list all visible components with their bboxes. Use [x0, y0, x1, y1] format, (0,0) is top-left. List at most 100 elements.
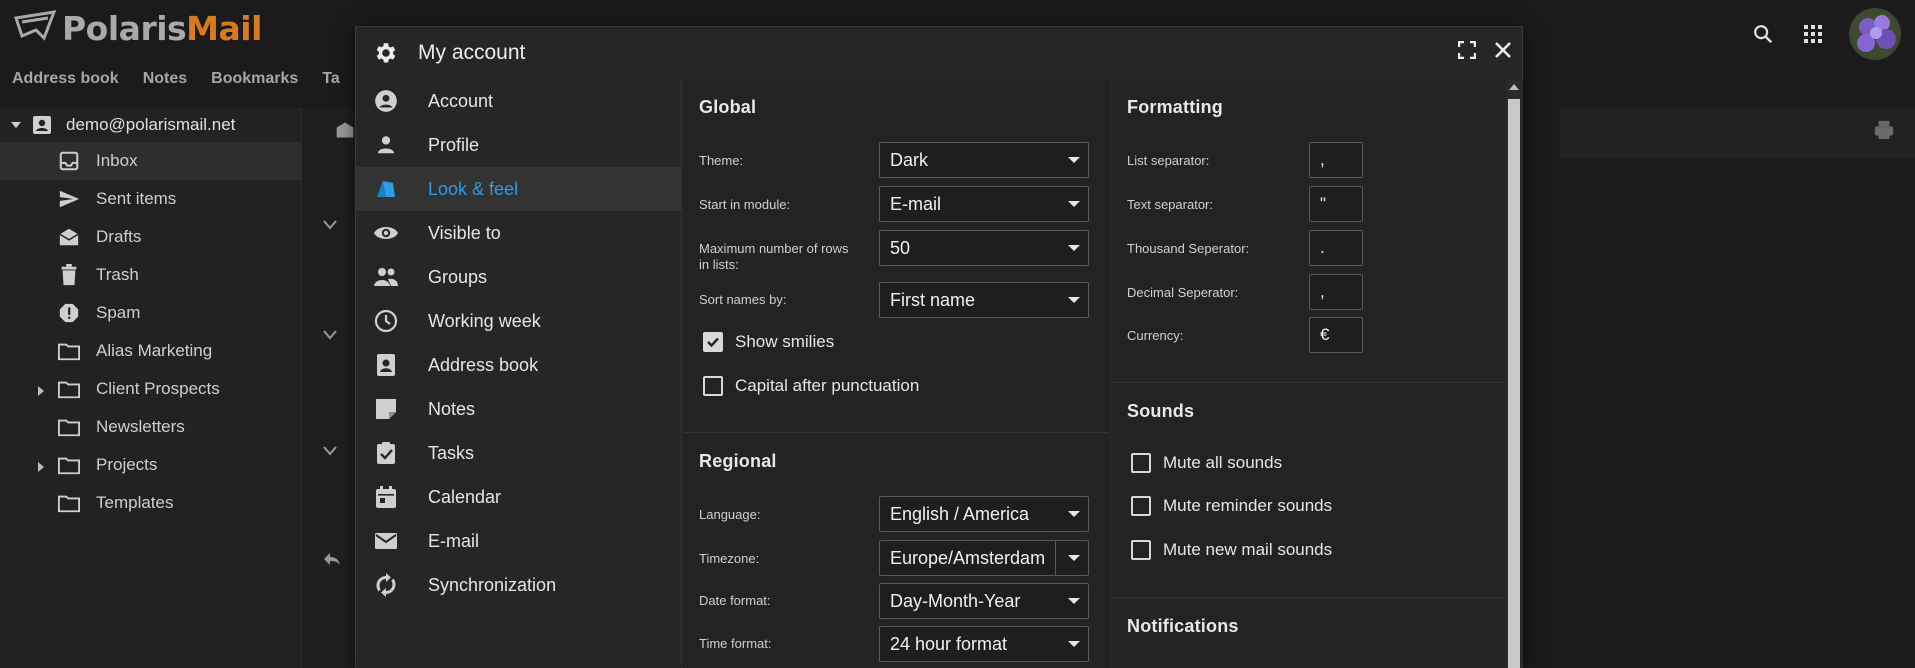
thousand-separator-input[interactable]: .: [1309, 230, 1363, 266]
folder-trash[interactable]: Trash: [0, 256, 301, 294]
reply-icon[interactable]: [323, 552, 341, 566]
folder-label: Client Prospects: [96, 379, 220, 398]
scroll-thumb[interactable]: [1508, 99, 1520, 668]
folder-projects[interactable]: Projects: [0, 446, 301, 484]
section-divider: [683, 432, 1109, 433]
caret-down-icon: [1068, 598, 1080, 604]
chevron-down-icon[interactable]: [323, 446, 337, 456]
folder-label: Drafts: [96, 227, 142, 246]
checkbox-unchecked[interactable]: [703, 376, 723, 396]
tasks-icon: [372, 439, 400, 467]
reading-pane-toolbar: [1560, 108, 1915, 158]
theme-select[interactable]: Dark: [879, 142, 1089, 178]
menu-item-profile[interactable]: Profile: [356, 123, 681, 167]
checkbox-label: Capital after punctuation: [735, 376, 920, 395]
folder-drafts[interactable]: Drafts: [0, 218, 301, 256]
logo-text-polaris: Polaris: [62, 8, 187, 48]
section-title-formatting: Formatting: [1127, 97, 1223, 117]
menu-item-working-week[interactable]: Working week: [356, 299, 681, 343]
start-module-select[interactable]: E-mail: [879, 186, 1089, 222]
mute-new-mail-sounds-checkbox[interactable]: Mute new mail sounds: [1131, 540, 1332, 560]
apps-grid-icon[interactable]: [1799, 20, 1827, 48]
menu-item-visible-to[interactable]: Visible to: [356, 211, 681, 255]
close-icon[interactable]: [1494, 41, 1512, 64]
right-settings-column: Formatting List separator: , Text separa…: [1110, 79, 1523, 668]
nav-tab-address-book[interactable]: Address book: [0, 66, 131, 96]
folder-sent-items[interactable]: Sent items: [0, 180, 301, 218]
language-select[interactable]: English / America: [879, 496, 1089, 532]
folder-icon: [56, 376, 82, 402]
search-icon[interactable]: [1749, 20, 1777, 48]
mute-all-sounds-checkbox[interactable]: Mute all sounds: [1131, 453, 1282, 473]
mute-reminder-sounds-checkbox[interactable]: Mute reminder sounds: [1131, 496, 1332, 516]
checkbox-unchecked[interactable]: [1131, 453, 1151, 473]
capital-after-punctuation-checkbox[interactable]: Capital after punctuation: [703, 376, 919, 396]
menu-item-label: Notes: [428, 398, 476, 419]
caret-down-icon[interactable]: [10, 119, 22, 131]
show-smilies-checkbox[interactable]: Show smilies: [703, 332, 834, 352]
mail-sidebar: demo@polarismail.net Inbox Sent items Dr…: [0, 108, 302, 668]
dialog-title: My account: [418, 41, 526, 64]
menu-item-calendar[interactable]: Calendar: [356, 475, 681, 519]
folder-inbox[interactable]: Inbox: [0, 142, 301, 180]
text-separator-label: Text separator:: [1127, 197, 1213, 212]
drafts-icon: [56, 224, 82, 250]
time-format-label: Time format:: [699, 636, 772, 651]
checkbox-unchecked[interactable]: [1131, 540, 1151, 560]
nav-tab-bookmarks[interactable]: Bookmarks: [199, 66, 310, 96]
max-rows-select[interactable]: 50: [879, 230, 1089, 266]
expand-arrow-icon[interactable]: [36, 382, 46, 402]
caret-down-icon[interactable]: [1068, 555, 1080, 561]
select-value: Europe/Amsterdam: [890, 547, 1046, 568]
chevron-down-icon[interactable]: [323, 220, 337, 230]
fullscreen-icon[interactable]: [1457, 40, 1477, 64]
select-value: E-mail: [890, 193, 942, 214]
menu-item-label: Working week: [428, 310, 541, 331]
section-divider: [1111, 382, 1523, 383]
folder-newsletters[interactable]: Newsletters: [0, 408, 301, 446]
text-separator-input[interactable]: ": [1309, 186, 1363, 222]
section-title-sounds: Sounds: [1127, 401, 1195, 421]
app-logo[interactable]: PolarisMail: [14, 6, 262, 50]
folder-templates[interactable]: Templates: [0, 484, 301, 522]
menu-item-notes[interactable]: Notes: [356, 387, 681, 431]
avatar[interactable]: [1849, 8, 1901, 60]
folder-spam[interactable]: Spam: [0, 294, 301, 332]
timezone-select[interactable]: Europe/Amsterdam: [879, 540, 1089, 576]
menu-item-tasks[interactable]: Tasks: [356, 431, 681, 475]
menu-item-address-book[interactable]: Address book: [356, 343, 681, 387]
currency-input[interactable]: €: [1309, 317, 1363, 353]
menu-item-synchronization[interactable]: Synchronization: [356, 563, 681, 607]
checkbox-checked[interactable]: [703, 332, 723, 352]
nav-tab-notes[interactable]: Notes: [131, 66, 199, 96]
menu-item-look-and-feel[interactable]: Look & feel: [356, 167, 681, 211]
spam-icon: [56, 300, 82, 326]
chevron-down-icon[interactable]: [323, 330, 337, 340]
expand-arrow-icon[interactable]: [36, 458, 46, 478]
time-format-select[interactable]: 24 hour format: [879, 626, 1089, 662]
folder-client-prospects[interactable]: Client Prospects: [0, 370, 301, 408]
menu-item-groups[interactable]: Groups: [356, 255, 681, 299]
list-separator-input[interactable]: ,: [1309, 142, 1363, 178]
theme-label: Theme:: [699, 153, 744, 168]
thousand-separator-label: Thousand Seperator:: [1127, 241, 1250, 256]
nav-tab-tasks[interactable]: Ta: [310, 66, 351, 96]
folder-alias-marketing[interactable]: Alias Marketing: [0, 332, 301, 370]
settings-content: Global Theme: Dark Start in module: E-ma…: [683, 79, 1523, 668]
account-circle-icon: [372, 87, 400, 115]
date-format-select[interactable]: Day-Month-Year: [879, 583, 1089, 619]
paint-icon: [372, 175, 400, 203]
checkbox-unchecked[interactable]: [1131, 496, 1151, 516]
menu-item-email[interactable]: E-mail: [356, 519, 681, 563]
decimal-separator-input[interactable]: ,: [1309, 274, 1363, 310]
account-row[interactable]: demo@polarismail.net: [0, 108, 301, 142]
print-icon[interactable]: [1873, 120, 1895, 140]
menu-item-label: Address book: [428, 354, 539, 375]
sort-names-select[interactable]: First name: [879, 282, 1089, 318]
menu-item-label: Visible to: [428, 222, 501, 243]
caret-down-icon: [1068, 511, 1080, 517]
section-title-global: Global: [699, 97, 757, 117]
menu-item-account[interactable]: Account: [356, 79, 681, 123]
scroll-up-icon[interactable]: [1509, 84, 1519, 90]
content-scrollbar[interactable]: [1505, 79, 1523, 668]
